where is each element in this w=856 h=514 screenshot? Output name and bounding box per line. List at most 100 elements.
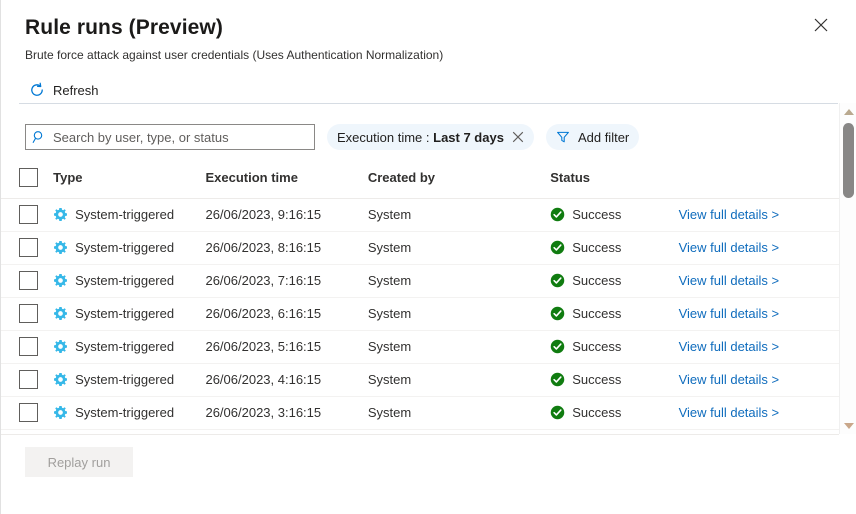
status-badge: Success — [572, 306, 622, 321]
row-select-cell — [1, 297, 54, 331]
search-box[interactable] — [25, 124, 315, 150]
table-row[interactable]: System-triggered 26/06/2023, 5:16:15 Syste… — [1, 330, 839, 364]
cell-execution-time: 26/06/2023, 8:16:15 — [205, 231, 368, 265]
search-icon — [32, 130, 46, 144]
success-icon — [550, 207, 565, 222]
table-row[interactable]: System-triggered 26/06/2023, 7:16:15 Syste… — [1, 264, 839, 298]
row-checkbox[interactable] — [19, 205, 38, 224]
view-full-details-link[interactable]: View full details > — [679, 405, 780, 420]
table-header-row: Type Execution time Created by Status — [1, 158, 839, 199]
search-input[interactable] — [53, 129, 308, 145]
rule-runs-panel: Rule runs (Preview) Brute force attack a… — [0, 0, 856, 514]
cell-status: Success — [550, 231, 679, 265]
row-select-cell — [1, 396, 54, 430]
success-icon — [550, 240, 565, 255]
success-icon — [550, 273, 565, 288]
view-full-details-link[interactable]: View full details > — [679, 372, 780, 387]
header-created-by[interactable]: Created by — [367, 158, 551, 199]
row-checkbox[interactable] — [19, 238, 38, 257]
filter-chip-execution-time[interactable]: Execution time : Last 7 days — [327, 124, 534, 150]
row-select-cell — [1, 198, 54, 232]
select-all-checkbox[interactable] — [19, 168, 38, 188]
row-select-cell — [1, 231, 54, 265]
view-full-details-link[interactable]: View full details > — [679, 240, 780, 255]
cell-details: View full details > — [678, 198, 839, 232]
table-body: System-triggered 26/06/2023, 9:16:15 Syste… — [1, 198, 839, 430]
cell-details: View full details > — [678, 396, 839, 430]
cell-details: View full details > — [678, 231, 839, 265]
cell-status: Success — [550, 264, 679, 298]
status-badge: Success — [572, 240, 622, 255]
close-button[interactable] — [806, 10, 836, 40]
add-filter-button[interactable]: Add filter — [545, 124, 640, 150]
scroll-up-arrow-icon[interactable] — [840, 103, 856, 120]
table-row[interactable]: System-triggered 26/06/2023, 3:16:15 Syste… — [1, 396, 839, 430]
header-details — [678, 158, 839, 199]
gear-icon — [53, 306, 68, 321]
filter-chip-value: Last 7 days — [433, 129, 504, 145]
scrollbar-thumb[interactable] — [843, 123, 854, 198]
panel-header: Rule runs (Preview) Brute force attack a… — [1, 0, 856, 63]
cell-status: Success — [550, 330, 679, 364]
vertical-scrollbar[interactable] — [839, 103, 856, 434]
view-full-details-link[interactable]: View full details > — [679, 207, 780, 222]
filter-chip-label: Execution time : Last 7 days — [337, 130, 504, 145]
type-label: System-triggered — [75, 273, 175, 288]
add-filter-label: Add filter — [577, 129, 630, 145]
replay-run-button[interactable]: Replay run — [25, 447, 133, 477]
success-icon — [550, 339, 565, 354]
row-select-cell — [1, 363, 54, 397]
view-full-details-link[interactable]: View full details > — [679, 306, 780, 321]
refresh-label: Refresh — [53, 82, 99, 98]
view-full-details-link[interactable]: View full details > — [679, 273, 780, 288]
page-subtitle: Brute force attack against user credenti… — [25, 48, 444, 62]
table-row[interactable]: System-triggered 26/06/2023, 9:16:15 Syste… — [1, 198, 839, 232]
cell-status: Success — [550, 297, 679, 331]
command-bar: Refresh — [1, 75, 856, 105]
cell-execution-time: 26/06/2023, 6:16:15 — [205, 297, 368, 331]
header-type[interactable]: Type — [53, 158, 206, 199]
gear-icon — [53, 207, 68, 222]
header-divider — [19, 103, 838, 104]
cell-created-by: System — [367, 264, 551, 298]
row-select-cell — [1, 330, 54, 364]
panel-footer: Replay run — [1, 434, 839, 514]
cell-status: Success — [550, 363, 679, 397]
type-label: System-triggered — [75, 372, 175, 387]
cell-type: System-triggered — [53, 396, 206, 430]
close-icon — [814, 18, 828, 32]
refresh-icon — [29, 82, 45, 98]
row-checkbox[interactable] — [19, 370, 38, 389]
remove-filter-icon[interactable] — [512, 131, 524, 143]
cell-created-by: System — [367, 297, 551, 331]
table-row[interactable]: System-triggered 26/06/2023, 8:16:15 Syste… — [1, 231, 839, 265]
gear-icon — [53, 339, 68, 354]
view-full-details-link[interactable]: View full details > — [679, 339, 780, 354]
table-row[interactable]: System-triggered 26/06/2023, 4:16:15 Syste… — [1, 363, 839, 397]
rule-runs-table: Type Execution time Created by Status Sy… — [1, 158, 839, 430]
success-icon — [550, 306, 565, 321]
status-badge: Success — [572, 273, 622, 288]
row-checkbox[interactable] — [19, 304, 38, 323]
table-row[interactable]: System-triggered 26/06/2023, 6:16:15 Syste… — [1, 297, 839, 331]
cell-details: View full details > — [678, 363, 839, 397]
cell-details: View full details > — [678, 264, 839, 298]
filter-bar: Execution time : Last 7 days Add filter — [1, 123, 856, 151]
rule-runs-table-container: Type Execution time Created by Status Sy… — [1, 158, 839, 432]
row-select-cell — [1, 264, 54, 298]
gear-icon — [53, 273, 68, 288]
cell-type: System-triggered — [53, 363, 206, 397]
row-checkbox[interactable] — [19, 271, 38, 290]
row-checkbox[interactable] — [19, 403, 38, 422]
cell-status: Success — [550, 198, 679, 232]
refresh-button[interactable]: Refresh — [25, 80, 103, 100]
cell-details: View full details > — [678, 297, 839, 331]
header-status[interactable]: Status — [550, 158, 679, 199]
header-execution-time[interactable]: Execution time — [205, 158, 368, 199]
status-badge: Success — [572, 339, 622, 354]
cell-type: System-triggered — [53, 198, 206, 232]
status-badge: Success — [572, 405, 622, 420]
scroll-down-arrow-icon[interactable] — [840, 417, 856, 434]
row-checkbox[interactable] — [19, 337, 38, 356]
cell-created-by: System — [367, 231, 551, 265]
